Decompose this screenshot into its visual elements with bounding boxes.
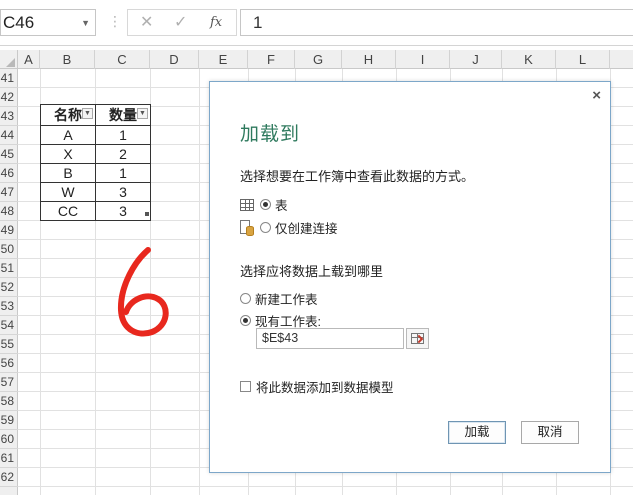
dialog-title: 加载到 [240, 124, 301, 145]
view-mode-prompt: 选择想要在工作簿中查看此数据的方式。 [240, 169, 475, 184]
formula-buttons: ✕ ✓ fx [127, 9, 237, 36]
option-table-label: 表 [275, 199, 288, 213]
column-header-j[interactable]: J [450, 50, 502, 69]
row-header[interactable]: 57 [0, 373, 18, 392]
table-cell[interactable]: 2 [95, 144, 151, 164]
select-all-corner[interactable] [0, 50, 18, 69]
row-header[interactable]: 53 [0, 297, 18, 316]
option-new-sheet-label: 新建工作表 [255, 293, 318, 307]
row-header[interactable]: 54 [0, 316, 18, 335]
column-header-f[interactable]: F [248, 50, 295, 69]
checkbox-add-to-model[interactable] [240, 381, 251, 392]
table-icon [240, 198, 254, 211]
name-box[interactable]: C46 ▼ [0, 9, 96, 36]
column-header-a[interactable]: A [18, 50, 40, 69]
row-header[interactable]: 51 [0, 259, 18, 278]
table-header-qty[interactable]: 数量 ▼ [95, 104, 151, 126]
add-to-model-label: 将此数据添加到数据模型 [256, 381, 394, 395]
table-cell[interactable]: 3 [95, 182, 151, 202]
row-header[interactable]: 61 [0, 449, 18, 468]
load-to-dialog: × 加载到 选择想要在工作簿中查看此数据的方式。 表 仅创建连接 选择应将数据上… [209, 81, 611, 473]
cancel-icon[interactable]: ✕ [140, 12, 153, 32]
column-header-d[interactable]: D [150, 50, 199, 69]
formula-input[interactable]: 1 [240, 9, 633, 36]
data-table: 名称 ▼ 数量 ▼ A 1 X 2 B 1 W 3 CC 3 [40, 104, 151, 221]
column-header-h[interactable]: H [342, 50, 396, 69]
column-header-bar: A B C D E F G H I J K L [0, 50, 633, 69]
confirm-icon[interactable]: ✓ [174, 12, 187, 32]
table-cell[interactable]: CC [40, 201, 96, 221]
chevron-down-icon[interactable]: ▼ [81, 11, 90, 36]
connection-icon [240, 219, 254, 236]
name-box-value: C46 [3, 13, 35, 32]
table-cell[interactable]: 1 [95, 125, 151, 145]
grip-icon: ⋮ [108, 13, 122, 29]
table-header-row: 名称 ▼ 数量 ▼ [40, 104, 151, 126]
close-icon[interactable]: × [592, 87, 601, 104]
row-header[interactable]: 60 [0, 430, 18, 449]
radio-new-sheet[interactable] [240, 293, 251, 304]
table-cell[interactable]: A [40, 125, 96, 145]
table-row: X 2 [40, 144, 151, 164]
row-header[interactable]: 44 [0, 126, 18, 145]
table-row: CC 3 [40, 201, 151, 221]
option-connection-only[interactable]: 仅创建连接 [240, 218, 338, 237]
destination-prompt: 选择应将数据上载到哪里 [240, 264, 384, 279]
header-label: 名称 [54, 107, 82, 123]
row-header[interactable]: 41 [0, 69, 18, 88]
option-add-to-model[interactable]: 将此数据添加到数据模型 [240, 377, 394, 396]
filter-dropdown-icon[interactable]: ▼ [137, 108, 148, 119]
row-header[interactable]: 58 [0, 392, 18, 411]
load-button[interactable]: 加载 [448, 421, 506, 444]
row-header[interactable]: 48 [0, 202, 18, 221]
row-header[interactable]: 56 [0, 354, 18, 373]
row-header[interactable]: 50 [0, 240, 18, 259]
cell-reference-input[interactable]: $E$43 [256, 328, 404, 349]
radio-connection-only[interactable] [260, 222, 271, 233]
table-resize-handle[interactable] [145, 212, 149, 216]
table-cell[interactable]: 1 [95, 163, 151, 183]
column-header-k[interactable]: K [502, 50, 556, 69]
table-cell[interactable]: B [40, 163, 96, 183]
option-new-sheet[interactable]: 新建工作表 [240, 289, 318, 308]
cancel-button[interactable]: 取消 [521, 421, 579, 444]
radio-existing-sheet[interactable] [240, 315, 251, 326]
column-header-e[interactable]: E [199, 50, 248, 69]
row-header[interactable]: 59 [0, 411, 18, 430]
table-row: A 1 [40, 125, 151, 145]
header-label: 数量 [109, 107, 137, 123]
grid-line [199, 69, 200, 495]
column-header-b[interactable]: B [40, 50, 95, 69]
option-connection-label: 仅创建连接 [275, 222, 338, 236]
table-cell[interactable]: 3 [95, 201, 151, 221]
row-header[interactable]: 46 [0, 164, 18, 183]
column-header-l[interactable]: L [556, 50, 610, 69]
table-header-name[interactable]: 名称 ▼ [40, 104, 96, 126]
option-table[interactable]: 表 [240, 195, 288, 214]
formula-bar: C46 ▼ ⋮ ✕ ✓ fx 1 [0, 0, 633, 46]
insert-function-icon[interactable]: fx [210, 15, 222, 30]
row-header[interactable]: 55 [0, 335, 18, 354]
collapse-dialog-button[interactable] [406, 328, 429, 349]
table-row: W 3 [40, 182, 151, 202]
table-cell[interactable]: X [40, 144, 96, 164]
handwritten-six-drawing [117, 247, 169, 337]
row-header[interactable]: 62 [0, 468, 18, 487]
row-header[interactable]: 45 [0, 145, 18, 164]
row-header[interactable]: 49 [0, 221, 18, 240]
radio-table[interactable] [260, 199, 271, 210]
column-header-i[interactable]: I [396, 50, 450, 69]
table-row: B 1 [40, 163, 151, 183]
row-header-bar: 41 42 43 44 45 46 47 48 49 50 51 52 53 5… [0, 69, 18, 495]
filter-dropdown-icon[interactable]: ▼ [82, 108, 93, 119]
row-header[interactable]: 52 [0, 278, 18, 297]
row-header[interactable]: 47 [0, 183, 18, 202]
column-header-c[interactable]: C [95, 50, 150, 69]
column-header-g[interactable]: G [295, 50, 342, 69]
table-cell[interactable]: W [40, 182, 96, 202]
row-header[interactable]: 43 [0, 107, 18, 126]
row-header[interactable]: 42 [0, 88, 18, 107]
